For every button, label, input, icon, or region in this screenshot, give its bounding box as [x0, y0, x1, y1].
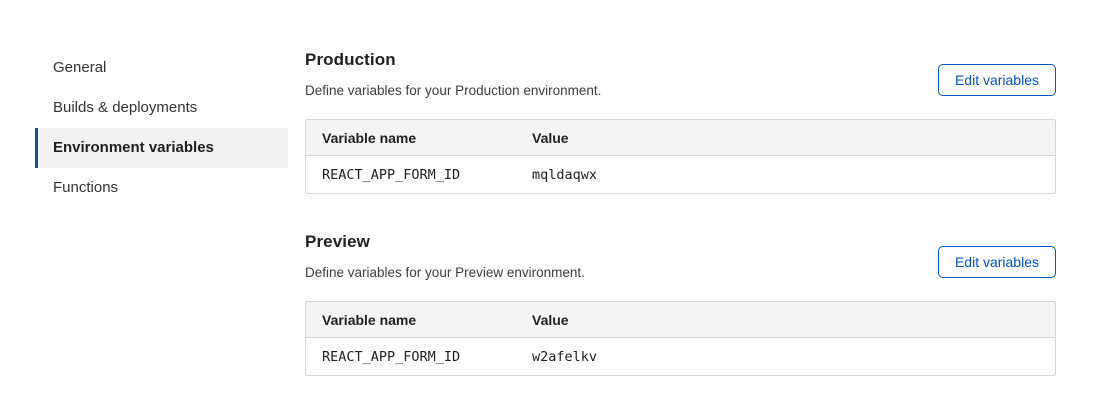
table-header-row: Variable name Value — [306, 120, 1055, 156]
sidebar-item-general[interactable]: General — [35, 48, 288, 88]
table-row: REACT_APP_FORM_ID w2afelkv — [306, 338, 1055, 375]
value-column-header: Value — [516, 120, 1055, 156]
settings-sidebar: General Builds & deployments Environment… — [0, 0, 288, 376]
edit-production-variables-button[interactable]: Edit variables — [938, 64, 1056, 96]
production-section: Production Define variables for your Pro… — [305, 50, 1056, 194]
variable-name-column-header: Variable name — [306, 302, 516, 338]
sidebar-item-builds-deployments[interactable]: Builds & deployments — [35, 88, 288, 128]
variable-value-cell: mqldaqwx — [516, 156, 1055, 193]
variable-name-cell: REACT_APP_FORM_ID — [306, 156, 516, 193]
environment-variables-panel: Production Define variables for your Pro… — [305, 0, 1056, 376]
edit-preview-variables-button[interactable]: Edit variables — [938, 246, 1056, 278]
value-column-header: Value — [516, 302, 1055, 338]
variable-name-column-header: Variable name — [306, 120, 516, 156]
production-variables-table: Variable name Value REACT_APP_FORM_ID mq… — [305, 119, 1056, 194]
sidebar-item-functions[interactable]: Functions — [35, 168, 288, 208]
variable-name-cell: REACT_APP_FORM_ID — [306, 338, 516, 375]
page: General Builds & deployments Environment… — [0, 0, 1100, 376]
preview-variables-table: Variable name Value REACT_APP_FORM_ID w2… — [305, 301, 1056, 376]
sidebar-item-environment-variables[interactable]: Environment variables — [35, 128, 288, 168]
variable-value-cell: w2afelkv — [516, 338, 1055, 375]
table-header-row: Variable name Value — [306, 302, 1055, 338]
preview-section: Preview Define variables for your Previe… — [305, 232, 1056, 376]
table-row: REACT_APP_FORM_ID mqldaqwx — [306, 156, 1055, 193]
